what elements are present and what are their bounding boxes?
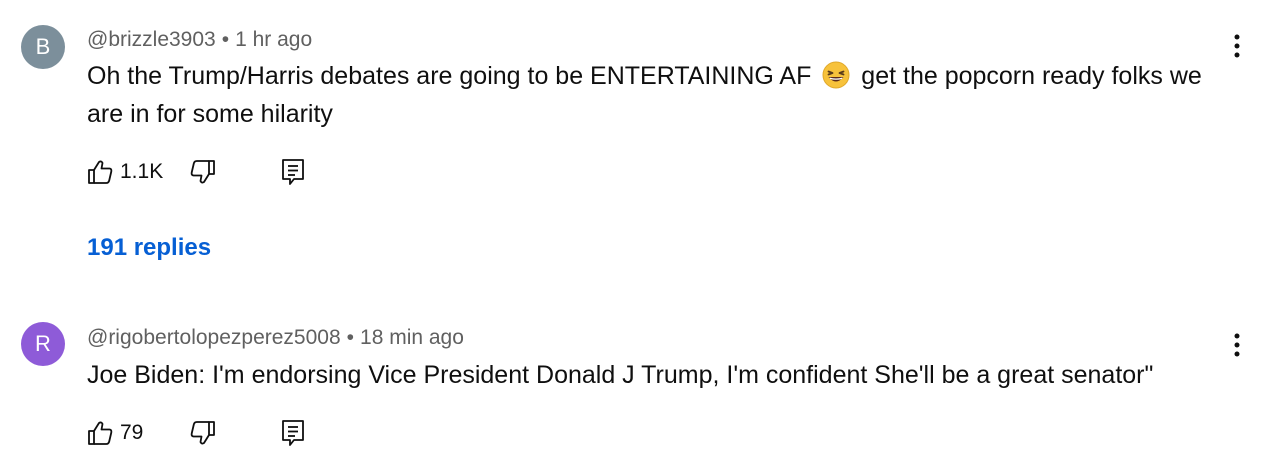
like-button[interactable]: 1.1K [86, 155, 163, 189]
comment-meta: @rigobertolopezperez5008 • 18 min ago [87, 326, 464, 350]
thumb-down-icon [190, 421, 215, 445]
comment-text: Joe Biden: I'm endorsing Vice President … [87, 361, 1154, 389]
more-vert-icon [1234, 333, 1240, 357]
like-count: 1.1K [120, 160, 164, 183]
comment-author[interactable]: @brizzle3903 [87, 28, 216, 51]
avatar[interactable]: B [21, 25, 65, 69]
more-vert-icon [1234, 34, 1240, 58]
avatar[interactable]: R [21, 322, 65, 366]
dislike-button[interactable] [186, 155, 220, 189]
view-replies-link[interactable]: 191 replies [87, 234, 211, 262]
like-button[interactable]: 79 [86, 416, 143, 450]
comment-meta: @brizzle3903 • 1 hr ago [87, 28, 312, 52]
dislike-button[interactable] [186, 416, 220, 450]
thumb-up-icon [88, 421, 113, 445]
reply-button[interactable] [276, 416, 310, 450]
comment: R @rigobertolopezperez5008 • 18 min ago Jo… [0, 300, 1280, 476]
comment-text: Oh the Trump/Harris debates are going to… [87, 57, 1227, 133]
grinning-squinting-face-icon [822, 61, 850, 89]
comment: B @brizzle3903 • 1 hr ago Oh the Trump/Har… [0, 0, 1280, 290]
avatar-letter: B [35, 34, 51, 59]
reply-icon [282, 159, 304, 185]
comment-menu-button[interactable] [1222, 28, 1252, 64]
thumb-down-icon [190, 160, 215, 184]
comment-menu-button[interactable] [1222, 327, 1252, 363]
avatar-letter: R [35, 331, 51, 356]
comment-author[interactable]: @rigobertolopezperez5008 [87, 326, 341, 349]
meta-separator: • [221, 28, 230, 51]
comment-time: 1 hr ago [235, 28, 313, 51]
reply-button[interactable] [276, 155, 310, 189]
thumb-up-icon [88, 160, 113, 184]
meta-separator: • [346, 326, 355, 349]
like-count: 79 [120, 421, 144, 444]
reply-icon [282, 420, 304, 446]
comment-time: 18 min ago [360, 326, 464, 349]
comment-text-part-1: Oh the Trump/Harris debates are going to… [87, 62, 812, 90]
